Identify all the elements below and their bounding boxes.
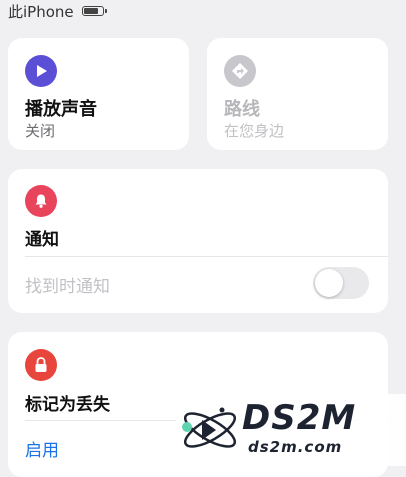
play-sound-status: 关闭: [25, 122, 56, 140]
directions-title: 路线: [224, 99, 260, 120]
bell-icon: [25, 185, 57, 217]
watermark-domain-text: ds2m.com: [248, 438, 343, 456]
atom-logo-icon: [182, 407, 237, 448]
battery-icon: [81, 6, 107, 16]
directions-status: 在您身边: [224, 122, 285, 140]
notifications-title: 通知: [25, 230, 59, 250]
enable-lost-mode-link[interactable]: 启用: [25, 436, 59, 461]
notify-when-found-toggle[interactable]: [313, 267, 369, 299]
status-bar: 此iPhone: [8, 0, 107, 22]
play-sound-card[interactable]: 播放声音 关闭: [8, 38, 189, 150]
toggle-knob: [315, 269, 343, 297]
watermark-logo-text: DS2M: [242, 398, 357, 438]
notifications-card: 通知 找到时通知: [8, 169, 388, 313]
device-label: 此iPhone: [8, 2, 74, 21]
play-sound-title: 播放声音: [25, 99, 97, 120]
directions-card[interactable]: 路线 在您身边: [207, 38, 388, 150]
notifications-divider: [25, 256, 388, 257]
notify-when-found-label: 找到时通知: [25, 277, 110, 297]
watermark: DS2M ds2m.com: [176, 394, 406, 466]
mark-as-lost-title: 标记为丢失: [25, 395, 110, 415]
directions-icon: [224, 55, 256, 87]
play-icon: [25, 55, 57, 87]
lock-icon: [25, 349, 57, 381]
